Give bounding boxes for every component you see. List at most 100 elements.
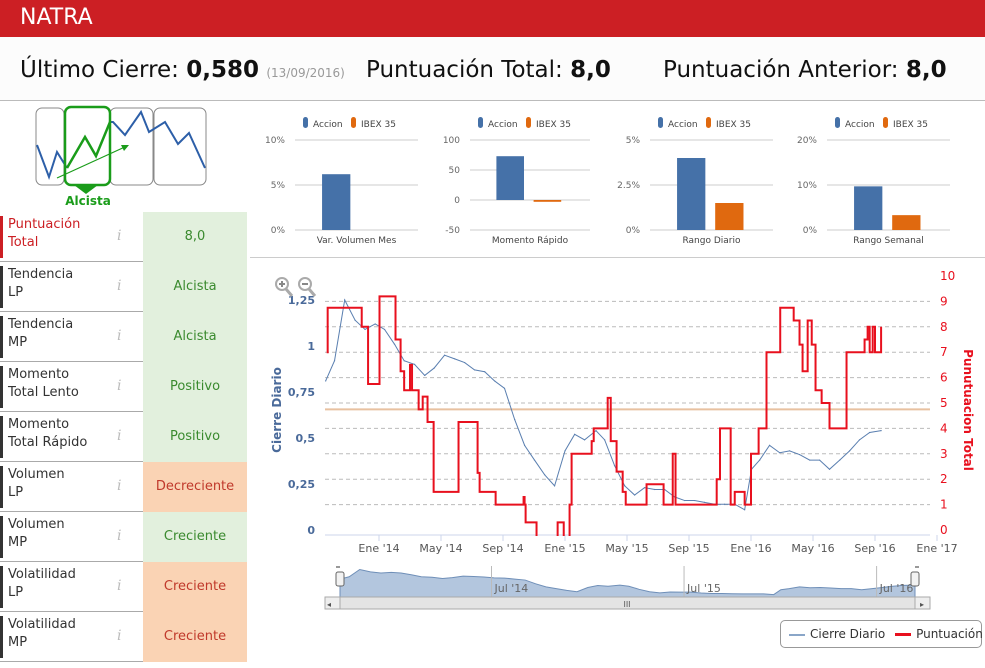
close-point <box>484 371 486 373</box>
bar-accion <box>322 174 351 230</box>
close-point <box>624 485 626 487</box>
close-point <box>393 343 396 345</box>
right-y-tick-label: 5 <box>940 396 948 410</box>
indicator-value: Creciente <box>143 512 247 562</box>
close-point <box>364 328 366 331</box>
info-icon[interactable]: i <box>117 328 121 344</box>
close-point <box>494 380 496 382</box>
navigator-label: Jul '15 <box>686 582 721 595</box>
legend-label: Cierre Diario <box>810 627 886 641</box>
left-axis-title: Cierre Diario <box>270 367 284 453</box>
chart-legend: Cierre Diario Puntuación <box>780 620 983 648</box>
x-tick-label: Ene '15 <box>544 542 585 555</box>
total-score: Puntuación Total: 8,0 <box>366 57 611 83</box>
navigator-label: Jul '16 <box>879 582 914 595</box>
stock-title: NATRA <box>20 5 93 30</box>
close-point <box>869 431 871 434</box>
right-y-tick-label: 2 <box>940 472 948 486</box>
scrollbar-grip-icon[interactable]: III <box>623 600 630 609</box>
close-point <box>604 439 606 441</box>
price-score-chart: Ene '14 May '14 Sep '14 Ene '15 May '15 Sep '… <box>270 269 975 610</box>
close-point <box>403 360 405 362</box>
bar-accion <box>677 158 706 230</box>
close-point <box>848 450 851 452</box>
close-point <box>723 503 726 505</box>
indicator-row: Volatilidad LP i Creciente <box>0 562 247 612</box>
legend-swatch-accion <box>658 117 663 128</box>
info-icon[interactable]: i <box>117 528 121 544</box>
mini-chart-2: Accion IBEX 35 100 50 0 -50 Momento Rápido <box>443 117 590 246</box>
legend-label: IBEX 35 <box>893 120 928 130</box>
pointer-icon <box>74 185 98 194</box>
y-tick-label: 20% <box>797 136 817 146</box>
legend-label: IBEX 35 <box>536 120 571 130</box>
legend-label: Accion <box>313 120 343 130</box>
legend-label: Accion <box>488 120 518 130</box>
legend-swatch-ibex <box>706 117 711 128</box>
close-point <box>779 452 781 454</box>
mini-bar-charts: Accion IBEX 3510%5%0%Var. Volumen MesAcci… <box>265 117 950 246</box>
info-icon[interactable]: i <box>117 478 121 494</box>
right-y-tick-label: 4 <box>940 421 948 435</box>
indicator-value: 8,0 <box>143 212 247 262</box>
previous-score-value: 8,0 <box>905 57 947 83</box>
x-tick-label: Ene '14 <box>358 542 399 555</box>
y-tick-label: 5% <box>626 136 641 146</box>
scroll-left-icon[interactable]: ◂ <box>327 600 331 609</box>
x-tick-label: Sep '14 <box>482 542 523 555</box>
x-axis-label: Momento Rápido <box>492 236 569 246</box>
indicator-row: Volumen MP i Creciente <box>0 512 247 562</box>
info-icon[interactable]: i <box>117 428 121 444</box>
trend-box <box>153 107 207 186</box>
close-point <box>443 354 446 356</box>
close-point <box>344 299 346 301</box>
bar-ibex <box>715 203 744 230</box>
indicator-row: Tendencia LP i Alcista <box>0 262 247 312</box>
navigator-right-handle[interactable] <box>910 571 920 587</box>
info-icon[interactable]: i <box>117 628 121 644</box>
bar-accion <box>854 186 883 230</box>
x-tick-label: Ene '16 <box>730 542 771 555</box>
info-icon[interactable]: i <box>117 228 121 244</box>
close-point <box>564 450 566 452</box>
y-tick-label: 0% <box>803 226 818 236</box>
indicator-row: Momento Total Lento i Positivo <box>0 362 247 412</box>
info-icon[interactable]: i <box>117 278 121 294</box>
previous-score-label: Puntuación Anterior: <box>663 57 899 83</box>
close-point <box>744 509 746 511</box>
close-point <box>684 499 686 502</box>
y-tick-label: 0% <box>271 226 286 236</box>
bar-accion <box>496 156 524 200</box>
close-point <box>643 487 646 489</box>
legend-label: Accion <box>845 120 875 130</box>
close-point <box>613 465 616 467</box>
x-axis-label: Var. Volumen Mes <box>317 236 397 246</box>
info-icon[interactable]: i <box>117 378 121 394</box>
indicator-value: Creciente <box>143 562 247 612</box>
close-point <box>333 360 336 362</box>
zoom-in-icon[interactable] <box>275 277 294 297</box>
indicator-value: Decreciente <box>143 462 247 512</box>
legend-swatch-ibex <box>526 117 531 128</box>
close-point <box>325 380 327 382</box>
indicator-row: Tendencia MP i Alcista <box>0 312 247 362</box>
navigator-left-handle[interactable] <box>335 571 345 587</box>
right-y-tick-label: 7 <box>940 345 948 359</box>
score-series-line <box>326 295 883 536</box>
legend-label: Puntuación <box>916 627 983 641</box>
app-header: NATRA <box>0 0 985 37</box>
scroll-right-icon[interactable]: ▸ <box>920 600 924 609</box>
legend-item-score[interactable]: Puntuación <box>895 627 983 641</box>
y-tick-label: 0% <box>626 226 641 236</box>
left-y-tick-label: 0,75 <box>288 386 315 399</box>
right-y-tick-label: 1 <box>940 498 948 512</box>
legend-label: Accion <box>668 120 698 130</box>
trend-highlight-box <box>63 105 112 187</box>
right-y-tick-label: 10 <box>940 269 955 283</box>
close-point <box>454 358 456 360</box>
indicator-value: Positivo <box>143 362 247 412</box>
info-icon[interactable]: i <box>117 578 121 594</box>
x-tick-label: May '16 <box>791 542 834 555</box>
last-close: Último Cierre: 0,580 (13/09/2016) <box>20 57 345 83</box>
legend-item-close[interactable]: Cierre Diario <box>789 627 885 641</box>
